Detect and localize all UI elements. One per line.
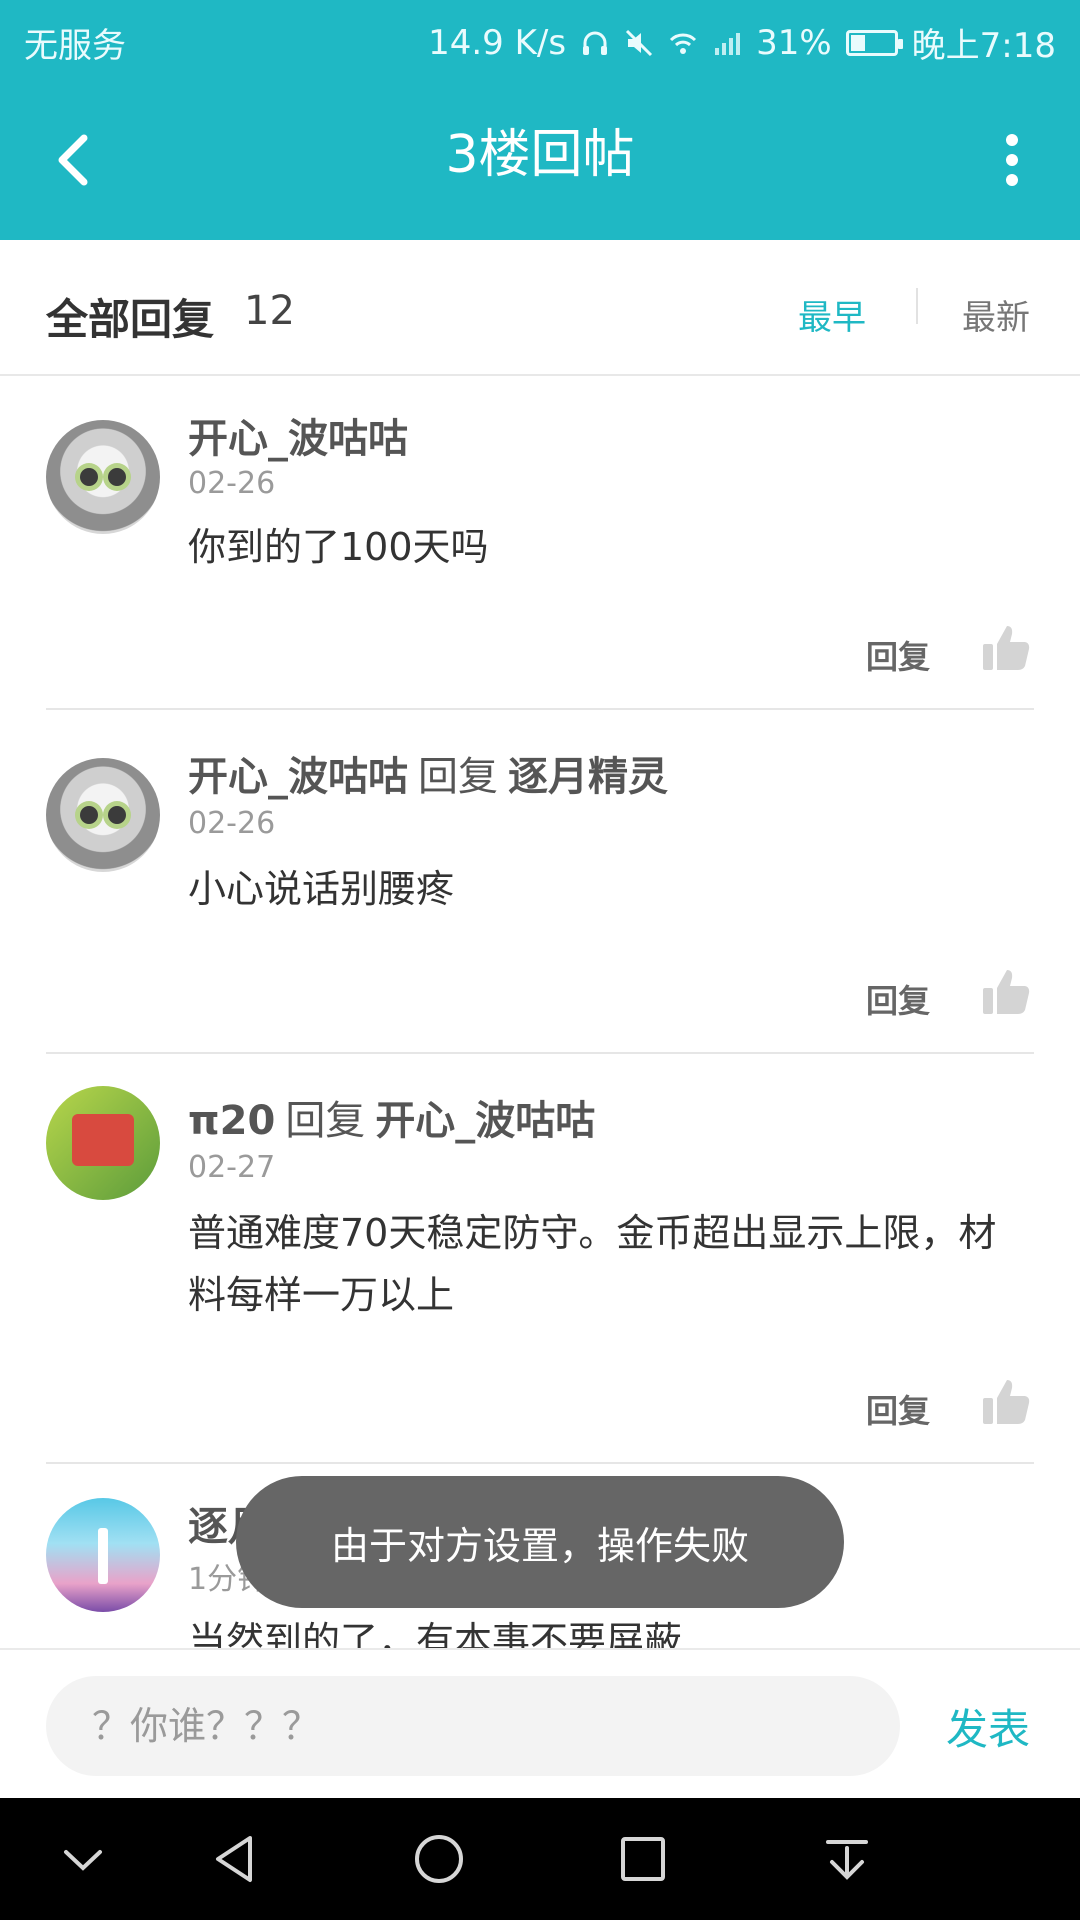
- wifi-icon: [670, 33, 697, 54]
- comment-text: 当然到的了，有本事不要屏蔽: [188, 1619, 683, 1648]
- system-nav-bar: [0, 1798, 1080, 1920]
- page-title: 3楼回帖: [445, 125, 635, 185]
- comment-date: 02-27: [188, 1150, 276, 1185]
- divider: [46, 1052, 1034, 1054]
- avatar[interactable]: [46, 420, 160, 534]
- author-line: 开心_波咕咕 回复 逐月精灵: [188, 744, 668, 802]
- reply-to-name[interactable]: 开心_波咕咕: [375, 1098, 595, 1144]
- battery-fill: [850, 34, 865, 51]
- network-speed: 14.9 K/s: [428, 22, 567, 63]
- replies-title: 全部回复: [46, 295, 215, 344]
- app-header: 3楼回帖: [0, 76, 1080, 240]
- comment-text: 普通难度70天稳定防守。金币超出显示上限，材料每样一万以上: [188, 1211, 997, 1317]
- clock-time: 晚上7:18: [911, 26, 1056, 66]
- author-name[interactable]: π20: [188, 1098, 275, 1144]
- sort-latest-button[interactable]: 最新: [962, 290, 1030, 339]
- headphones-icon: [583, 31, 608, 55]
- status-right: 14.9 K/s 31% 晚上7:18: [428, 18, 1056, 67]
- avatar[interactable]: [46, 758, 160, 872]
- comment-input[interactable]: ？你谁？？？: [46, 1676, 900, 1776]
- replies-header: 全部回复 12 最早 最新: [0, 240, 1080, 376]
- toast-message: 由于对方设置，操作失败: [236, 1476, 844, 1608]
- avatar-house-shape: [72, 1114, 134, 1166]
- publish-button[interactable]: 发表: [946, 1696, 1030, 1757]
- battery-icon: [845, 29, 903, 56]
- battery-percent: 31%: [756, 22, 832, 63]
- mute-icon: [626, 29, 653, 56]
- author-line: 开心_波咕咕: [188, 406, 408, 464]
- reply-word: 回复: [418, 754, 498, 800]
- avatar[interactable]: [46, 1086, 160, 1200]
- author-name[interactable]: 开心_波咕咕: [188, 754, 408, 800]
- comment-date: 02-26: [188, 806, 276, 841]
- reply-word: 回复: [285, 1098, 366, 1144]
- thumbs-up-icon[interactable]: [980, 1376, 1032, 1428]
- comment-text: 你到的了100天吗: [188, 525, 489, 569]
- notification-pull-icon[interactable]: [816, 1828, 878, 1890]
- home-circle-icon[interactable]: [408, 1828, 470, 1890]
- divider: [46, 708, 1034, 710]
- reply-button[interactable]: 回复: [866, 1386, 930, 1432]
- status-bar: 无服务 14.9 K/s 31% 晚上7:18: [0, 0, 1080, 76]
- sort-earliest-button[interactable]: 最早: [798, 290, 866, 339]
- thumbs-up-icon[interactable]: [980, 622, 1032, 674]
- recents-square-icon[interactable]: [612, 1828, 674, 1890]
- thumbs-up-icon[interactable]: [980, 966, 1032, 1018]
- reply-to-name[interactable]: 逐月精灵: [508, 754, 668, 800]
- carrier-text: 无服务: [24, 26, 126, 66]
- back-triangle-icon[interactable]: [204, 1828, 266, 1890]
- replies-count: 12: [244, 288, 295, 334]
- signal-icon: [715, 32, 741, 55]
- comment-text: 小心说话别腰疼: [188, 867, 455, 911]
- author-line: π20 回复 开心_波咕咕: [188, 1088, 595, 1146]
- reply-button[interactable]: 回复: [866, 632, 930, 678]
- comment-date: 02-26: [188, 466, 276, 501]
- sort-divider: [916, 288, 918, 324]
- avatar[interactable]: [46, 1498, 160, 1612]
- reply-button[interactable]: 回复: [866, 976, 930, 1022]
- more-vertical-icon[interactable]: [982, 120, 1042, 200]
- comment-input-bar: ？你谁？？？ 发表: [0, 1648, 1080, 1798]
- author-name[interactable]: 开心_波咕咕: [188, 416, 408, 462]
- chevron-down-icon[interactable]: [52, 1828, 114, 1890]
